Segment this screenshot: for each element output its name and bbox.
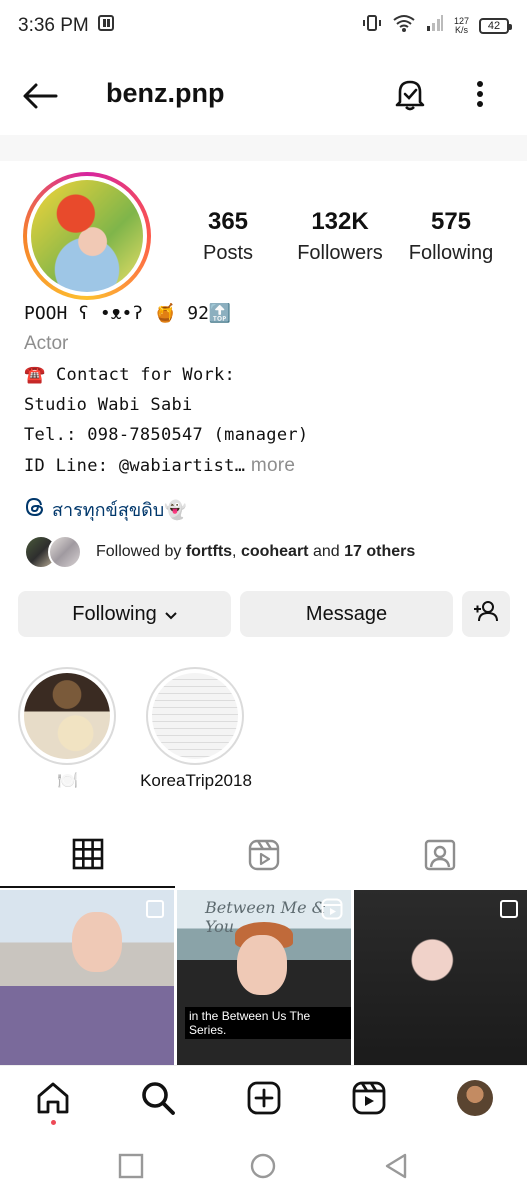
battery-icon: 42 — [479, 18, 512, 34]
back-triangle-icon[interactable] — [382, 1152, 410, 1180]
multi-photo-icon — [146, 900, 164, 918]
story-highlight[interactable]: 🍽️ — [18, 667, 118, 791]
tab-reels[interactable] — [176, 826, 351, 888]
bio-line: ☎️ Contact for Work: — [24, 365, 236, 385]
highlight-ring — [146, 667, 244, 765]
mutual-others-count: 17 others — [344, 543, 416, 560]
display-name: POOH ʕ •ᴥ•ʔ 🍯 92🔝 — [24, 303, 232, 324]
following-count: 575 — [430, 208, 472, 235]
net-speed-unit: K/s — [454, 25, 468, 35]
bio-line-last: ID Line: @wabiartist… more — [24, 455, 504, 477]
message-button-label: Message — [305, 602, 388, 625]
multi-photo-icon — [500, 900, 518, 918]
home-icon[interactable] — [33, 1078, 73, 1118]
status-time: 3:36 PM — [18, 15, 89, 36]
post-subtitle-overlay: in the Between Us The Series. — [185, 1007, 351, 1039]
followed-by-sep: , — [232, 543, 241, 560]
highlight-ring — [18, 667, 116, 765]
avatar — [457, 1080, 493, 1116]
bio-line: Tel.: 098-7850547 (manager) — [24, 425, 309, 445]
avatar — [31, 180, 143, 292]
notification-bell-icon[interactable] — [390, 74, 430, 114]
home-notification-dot — [51, 1120, 56, 1125]
posts-count: 365 — [207, 208, 249, 235]
tab-tagged[interactable] — [352, 826, 527, 888]
tagged-person-icon — [424, 839, 456, 876]
highlight-cover — [152, 673, 238, 759]
mutual-followers[interactable]: Followed by fortfts, cooheart and 17 oth… — [24, 532, 415, 572]
threads-link[interactable]: สารทุกข์สุขดิบ👻 — [24, 495, 187, 524]
followed-by-prefix: Followed by — [96, 543, 186, 560]
battery-level: 42 — [487, 20, 501, 32]
followed-by-and: and — [308, 543, 345, 560]
wifi-icon — [392, 13, 416, 39]
post-thumbnail[interactable] — [354, 890, 527, 1065]
message-button[interactable]: Message — [240, 591, 453, 637]
reels-icon — [248, 839, 280, 876]
bio-line: Studio Wabi Sabi — [24, 395, 193, 415]
following-stat[interactable]: 575 Following — [391, 208, 511, 265]
header-divider — [0, 135, 527, 161]
following-button-label: Following — [72, 602, 157, 625]
reel-icon — [321, 898, 343, 920]
vibrate-icon — [362, 13, 382, 39]
system-navigation — [0, 1132, 527, 1200]
signal-icon — [426, 14, 444, 38]
more-options-icon[interactable] — [466, 74, 494, 114]
profile-avatar-story-ring[interactable] — [23, 172, 151, 300]
search-icon[interactable] — [138, 1078, 178, 1118]
app-notification-icon — [97, 13, 117, 39]
back-arrow-icon[interactable] — [20, 76, 60, 116]
bottom-navigation — [0, 1065, 527, 1131]
highlight-caption: KoreaTrip2018 — [140, 771, 252, 790]
highlight-caption: 🍽️ — [57, 771, 79, 790]
mutual-avatar — [48, 535, 82, 569]
new-post-icon[interactable] — [244, 1078, 284, 1118]
post-thumbnail[interactable]: Between Me & You in the Between Us The S… — [177, 890, 351, 1065]
profile-nav-avatar[interactable] — [455, 1078, 495, 1118]
following-button[interactable]: Following — [18, 591, 231, 637]
posts-label: Posts — [202, 242, 254, 264]
grid-icon — [72, 838, 104, 875]
tab-posts-grid[interactable] — [0, 826, 175, 888]
profile-tabs — [0, 826, 527, 888]
recent-apps-icon[interactable] — [117, 1152, 145, 1180]
reels-nav-icon[interactable] — [349, 1078, 389, 1118]
bio-line-text: ID Line: @wabiartist… — [24, 456, 246, 476]
mutual-user: cooheart — [240, 543, 309, 560]
post-subject — [237, 935, 287, 995]
threads-icon — [24, 496, 46, 523]
profile-bio: POOH ʕ •ᴥ•ʔ 🍯 92🔝 Actor ☎️ Contact for W… — [24, 303, 504, 477]
add-user-icon — [473, 600, 499, 628]
home-circle-icon[interactable] — [249, 1152, 277, 1180]
mutual-user: fortfts — [185, 543, 233, 560]
story-highlight[interactable]: KoreaTrip2018 — [140, 667, 252, 791]
avatar-frame — [27, 176, 147, 296]
following-label: Following — [408, 242, 494, 264]
highlight-cover — [24, 673, 110, 759]
posts-stat[interactable]: 365 Posts — [168, 208, 288, 265]
profile-header: benz.pnp — [0, 60, 527, 130]
post-thumbnail[interactable] — [0, 890, 174, 1065]
net-speed: 127 K/s — [454, 17, 469, 35]
post-subject — [72, 912, 122, 972]
status-bar: 3:36 PM 127 K/s 42 — [0, 0, 527, 52]
chevron-down-icon — [165, 603, 177, 626]
post-grid: Between Me & You in the Between Us The S… — [0, 890, 527, 1065]
followed-by-text: Followed by fortfts, cooheart and 17 oth… — [96, 543, 415, 561]
suggested-users-button[interactable] — [462, 591, 510, 637]
bio-more-link[interactable]: more — [245, 455, 295, 476]
category-label: Actor — [24, 333, 69, 354]
profile-username: benz.pnp — [106, 78, 225, 108]
threads-text: สารทุกข์สุขดิบ👻 — [52, 500, 187, 520]
followers-label: Followers — [297, 242, 383, 264]
followers-stat[interactable]: 132K Followers — [280, 208, 400, 265]
followers-count: 132K — [311, 208, 369, 235]
